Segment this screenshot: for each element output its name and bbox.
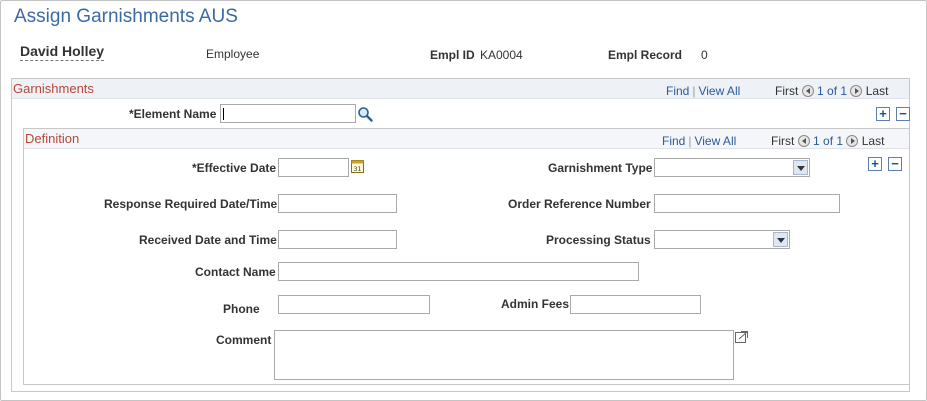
comment-textarea[interactable] [274,330,734,380]
phone-label: Phone [223,302,260,316]
contact-name-input[interactable] [278,262,639,281]
response-required-input[interactable] [278,194,397,213]
next-arrow-icon[interactable] [850,85,863,97]
definition-view-all-link[interactable]: View All [694,134,736,148]
effective-date-input[interactable] [278,158,349,177]
response-required-label: Response Required Date/Time [104,197,278,211]
order-reference-input[interactable] [654,194,840,213]
definition-section: Definition Find | View All First 1 of 1 La… [23,128,910,385]
empl-id-label: Empl ID [430,48,475,62]
processing-status-select[interactable] [654,230,790,249]
processing-status-label: Processing Status [546,233,651,247]
definition-delete-row-button[interactable]: − [888,157,902,171]
garnishments-header: Garnishments Find | View All First 1 of 1 … [12,79,909,99]
definition-title: Definition [25,131,80,146]
previous-arrow-icon[interactable] [801,85,814,97]
text-cursor [223,108,224,120]
definition-pager: First 1 of 1 Last [771,134,884,148]
garnishments-count: 1 of 1 [817,84,848,98]
received-date-label: Received Date and Time [139,233,277,247]
next-arrow-icon[interactable] [846,135,859,147]
garnishments-view-all-link[interactable]: View All [698,84,740,98]
element-name-label: *Element Name [129,107,217,121]
employee-type: Employee [206,47,260,61]
order-reference-label: Order Reference Number [508,197,651,211]
definition-find-link[interactable]: Find [662,134,685,148]
garnishments-first-label: First [775,84,799,98]
definition-nav: Find | View All [662,134,736,148]
chevron-down-icon[interactable] [773,232,788,247]
empl-record-label: Empl Record [608,48,683,62]
garnishments-section: Garnishments Find | View All First 1 of 1 … [11,78,910,392]
definition-last-label: Last [861,134,885,148]
received-date-input[interactable] [278,230,397,249]
garnishments-title: Garnishments [13,81,94,96]
expand-textarea-icon[interactable] [735,330,749,343]
garnishments-nav: Find | View All [666,84,740,98]
garnishments-last-label: Last [865,84,889,98]
garnishment-type-select[interactable] [654,158,810,177]
lookup-search-icon[interactable] [357,106,373,122]
garnishment-type-label: Garnishment Type [548,161,653,175]
garnishments-pager: First 1 of 1 Last [775,84,888,98]
comment-label: Comment [216,333,272,347]
admin-fees-input[interactable] [570,295,701,314]
page-title: Assign Garnishments AUS [14,6,238,27]
chevron-down-icon[interactable] [793,160,808,175]
empl-record-value: 0 [701,48,708,62]
garnishments-delete-row-button[interactable]: − [896,107,910,121]
definition-add-row-button[interactable]: + [868,157,882,171]
garnishments-add-row-button[interactable]: + [876,107,890,121]
definition-count: 1 of 1 [813,134,844,148]
garnishments-find-link[interactable]: Find [666,84,689,98]
admin-fees-label: Admin Fees [501,297,570,311]
previous-arrow-icon[interactable] [797,135,810,147]
element-name-input[interactable] [220,104,356,123]
empl-id-value: KA0004 [480,48,523,62]
employee-name: David Holley [20,43,105,61]
definition-first-label: First [771,134,795,148]
calendar-day-text: 31 [354,166,362,173]
calendar-icon[interactable]: 31 [351,159,364,173]
phone-input[interactable] [278,295,430,314]
contact-name-label: Contact Name [195,265,276,279]
definition-header: Definition Find | View All First 1 of 1 La… [24,129,909,149]
effective-date-label: *Effective Date [192,161,277,175]
